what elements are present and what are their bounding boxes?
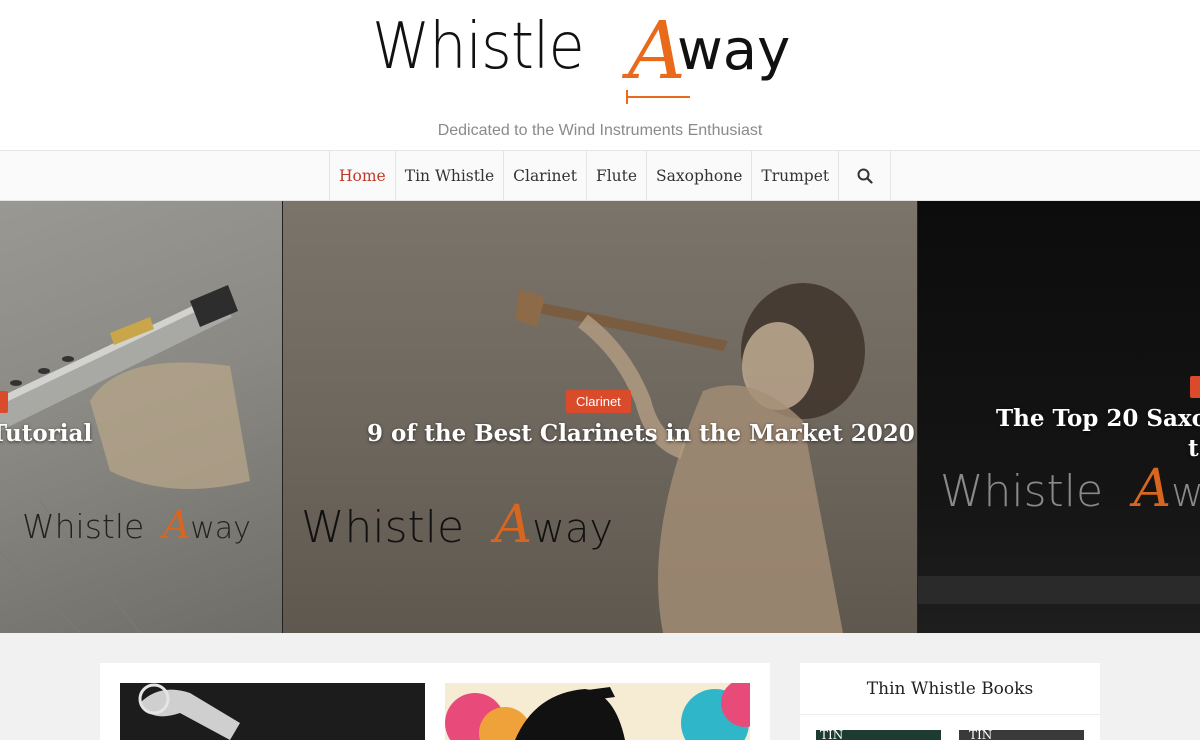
vintage-clarinet-player-image — [515, 283, 865, 633]
slide-category-badge[interactable] — [0, 391, 8, 413]
featured-slider: Tutorial Whistle Away Clarinet 9 of the … — [0, 201, 1200, 633]
slide-watermark-logo: Whistle Away — [22, 503, 251, 547]
slide-watermark-logo: Whistle Away — [940, 459, 1200, 519]
post-thumbnail-saxophone[interactable] — [445, 683, 750, 740]
nav-item-saxophone[interactable]: Saxophone — [647, 151, 753, 200]
slide-title[interactable]: The Top 20 Saxopl — [996, 405, 1200, 432]
logo-word-way: way — [677, 18, 791, 83]
logo-word-whistle: Whistle — [372, 10, 585, 84]
book-cover-2[interactable]: TIN — [959, 730, 1084, 740]
site-tagline: Dedicated to the Wind Instruments Enthus… — [437, 122, 763, 139]
sidebar-widget-books: Thin Whistle Books TIN TIN — [800, 663, 1100, 740]
book-cover-1[interactable]: TIN — [816, 730, 941, 740]
nav-item-flute[interactable]: Flute — [587, 151, 648, 200]
site-logo[interactable]: Whistle A way — [372, 4, 832, 110]
slide-category-badge[interactable] — [1190, 376, 1200, 398]
main-navigation: Home Tin Whistle Clarinet Flute Saxophon… — [0, 150, 1200, 201]
site-header: Whistle A way Dedicated to the Wind Inst… — [0, 0, 1200, 150]
book-cover-text: TIN — [820, 730, 844, 740]
slide-floor-strip — [918, 576, 1200, 604]
slide-title[interactable]: Tutorial — [0, 420, 92, 447]
slide-tin-whistle-tutorial[interactable]: Tutorial Whistle Away — [0, 201, 282, 633]
nav-search-button[interactable] — [839, 151, 892, 200]
slide-best-clarinets[interactable]: Clarinet 9 of the Best Clarinets in the … — [283, 201, 917, 633]
slide-watermark-logo: Whistle Away — [301, 495, 614, 555]
post-thumbnail-trumpet[interactable] — [120, 683, 425, 740]
slide-top-saxophones[interactable]: The Top 20 Saxopl t Whistle Away — [918, 201, 1200, 633]
slide-category-badge[interactable]: Clarinet — [566, 390, 631, 413]
search-icon — [857, 168, 873, 184]
logo-flourish-tick — [626, 90, 628, 104]
slide-title[interactable]: 9 of the Best Clarinets in the Market 20… — [367, 420, 915, 447]
logo-flourish — [626, 96, 690, 98]
nav-list: Home Tin Whistle Clarinet Flute Saxophon… — [329, 151, 892, 200]
trumpet-image — [120, 683, 425, 740]
book-cover-text: TIN — [969, 730, 993, 740]
tin-whistle-image — [0, 285, 250, 633]
slide-title-line-2[interactable]: t — [1188, 435, 1199, 462]
nav-item-trumpet[interactable]: Trumpet — [752, 151, 840, 200]
saxophone-silhouette-image — [445, 683, 750, 740]
nav-item-home[interactable]: Home — [330, 151, 396, 200]
nav-item-tin-whistle[interactable]: Tin Whistle — [396, 151, 505, 200]
widget-title: Thin Whistle Books — [800, 663, 1100, 715]
post-grid — [100, 663, 770, 740]
nav-item-clarinet[interactable]: Clarinet — [504, 151, 587, 200]
